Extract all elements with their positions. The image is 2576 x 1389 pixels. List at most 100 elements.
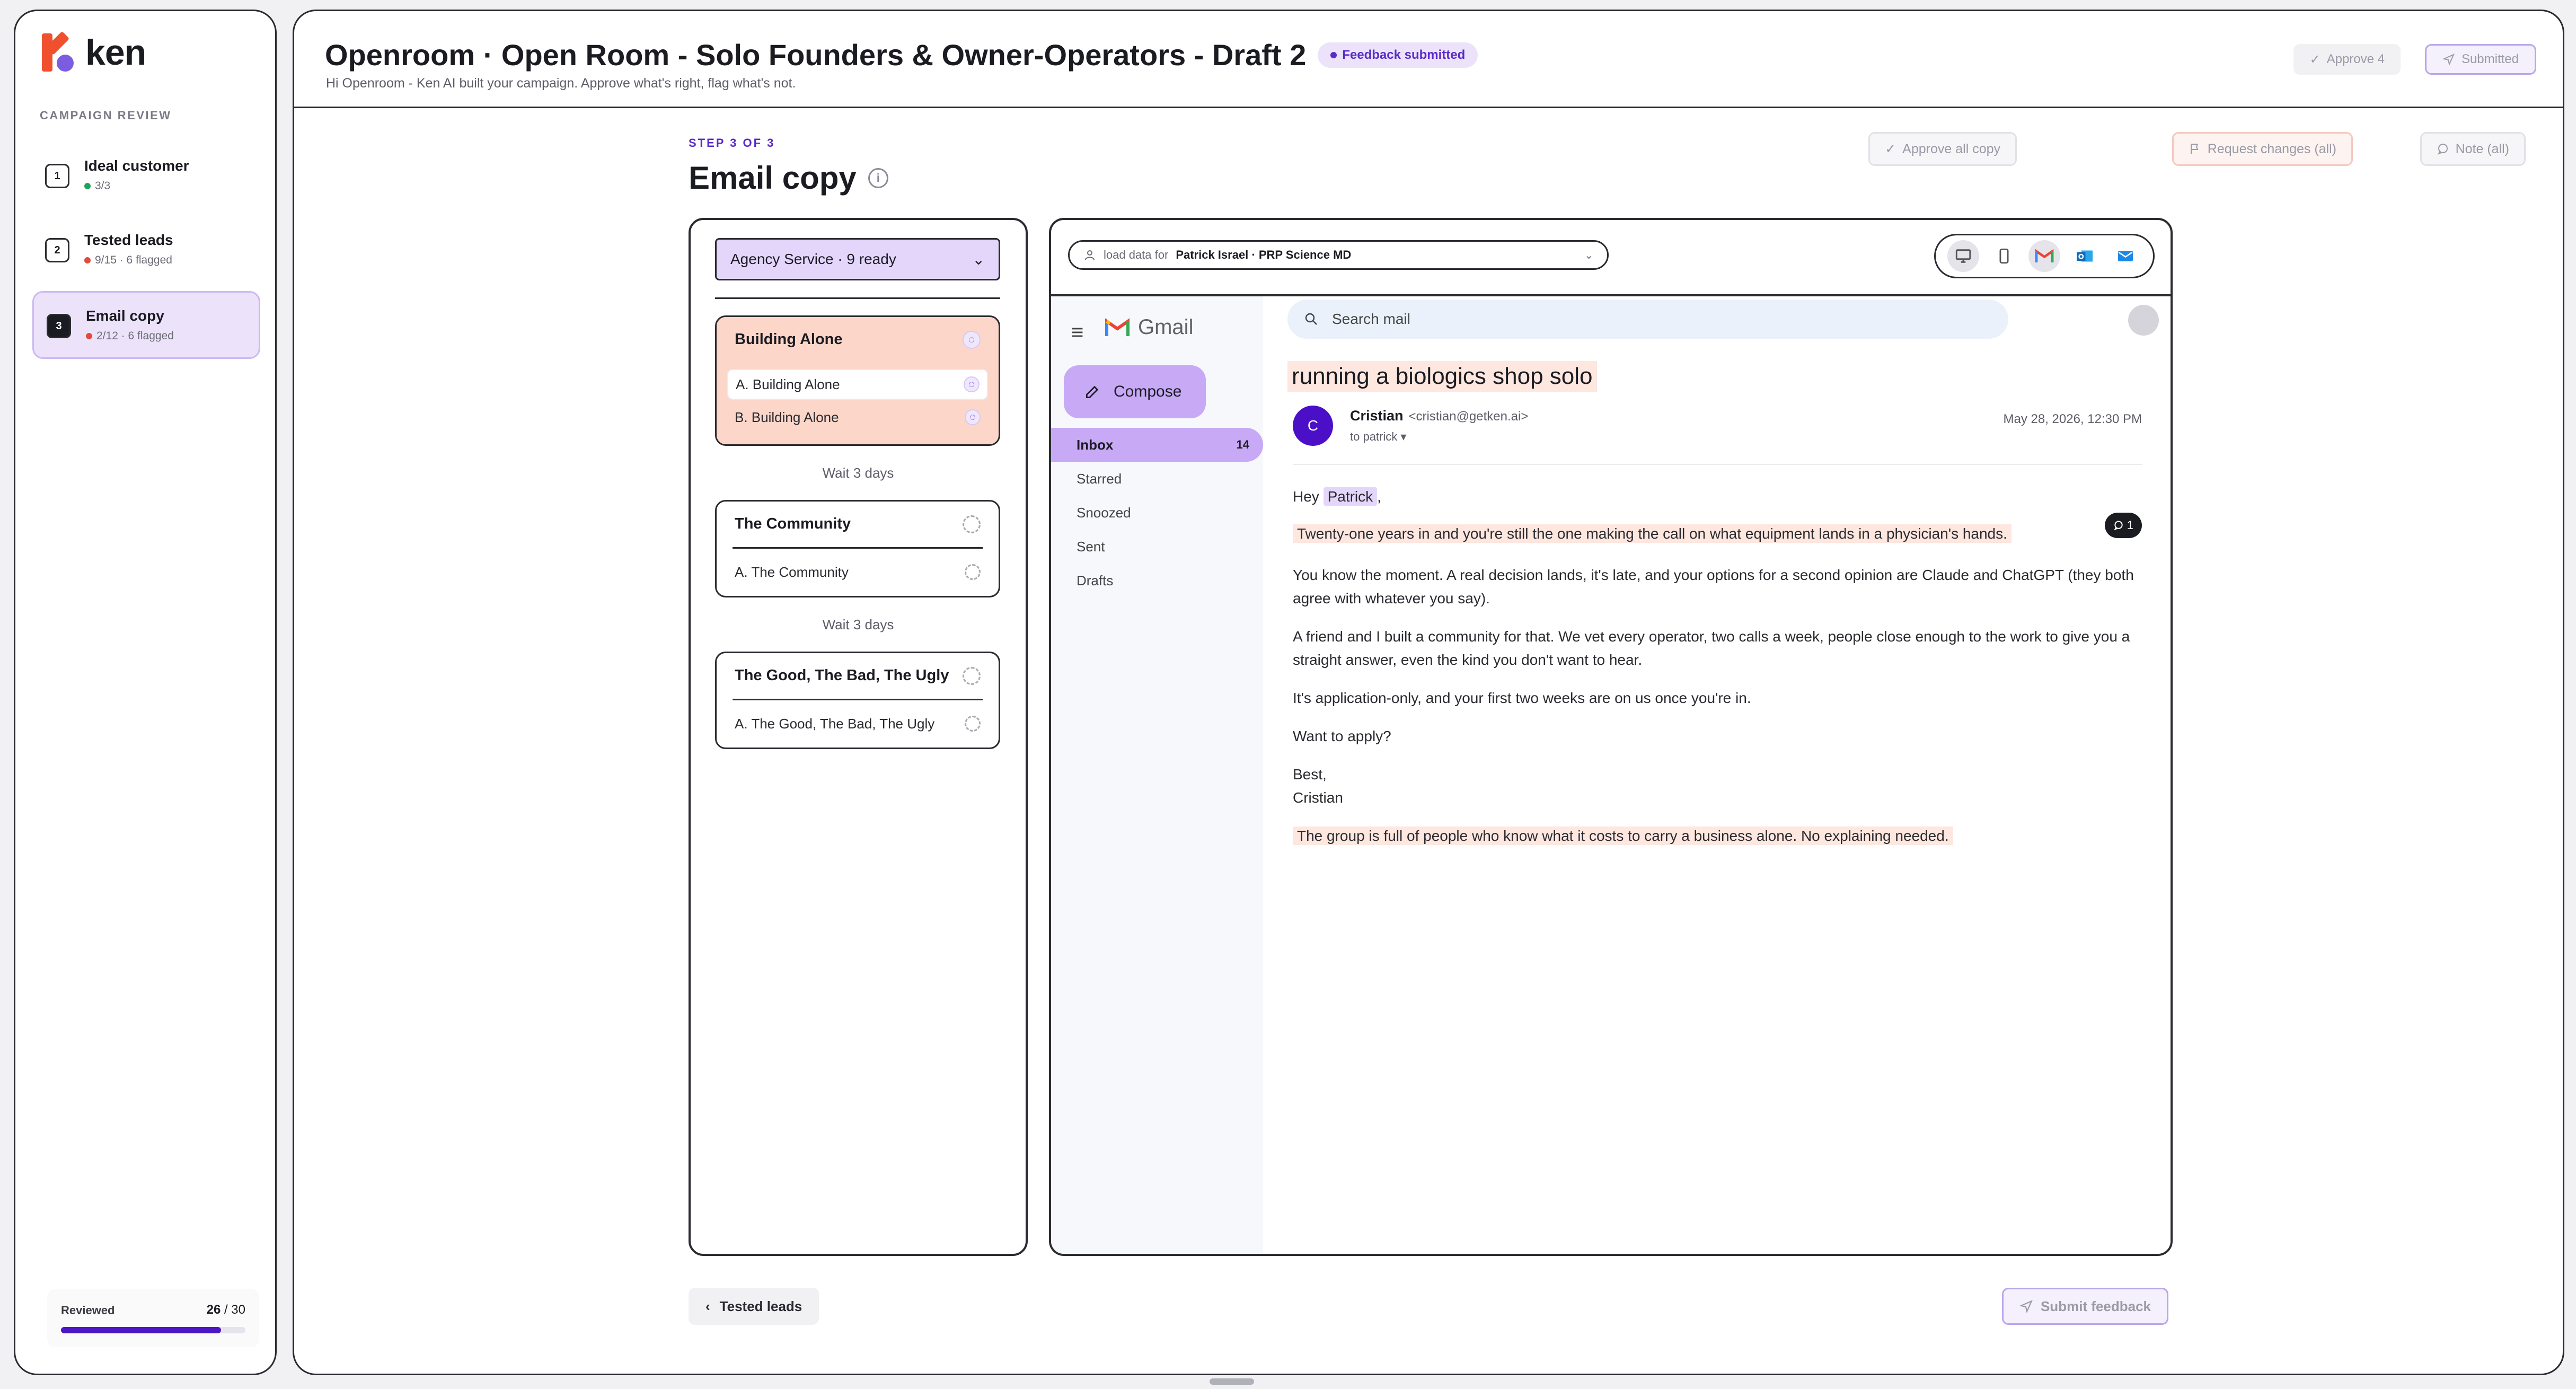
brand-name: ken (85, 32, 146, 73)
pencil-icon (1086, 385, 1099, 398)
chevron-down-icon: ⌄ (972, 251, 985, 268)
sidebar: ken CAMPAIGN REVIEW 1 Ideal customer 3/3… (14, 10, 277, 1375)
sidebar-step-email-copy[interactable]: 3 Email copy 2/12 · 6 flagged (32, 291, 260, 359)
info-icon[interactable]: i (868, 168, 888, 188)
send-icon (2442, 54, 2455, 66)
mobile-icon[interactable] (1988, 240, 2020, 272)
sequence-card-good-bad-ugly[interactable]: The Good, The Bad, The Ugly A. The Good,… (715, 652, 1000, 749)
submitted-button[interactable]: Submitted (2424, 44, 2536, 75)
step-title: Email copy (86, 307, 164, 324)
ken-logo-icon (39, 30, 77, 75)
outlook-icon[interactable] (2069, 240, 2101, 272)
email-subject[interactable]: running a biologics shop solo (1287, 361, 1597, 392)
reviewed-count: 26 / 30 (206, 1303, 245, 1317)
compose-button[interactable]: Compose (1064, 365, 1206, 418)
progress-fill (61, 1327, 221, 1333)
send-icon (2019, 1300, 2033, 1313)
gmail-nav-snoozed[interactable]: Snoozed (1051, 496, 1263, 530)
email-greeting: Hey Patrick, (1293, 487, 1381, 506)
brand-logo[interactable]: ken (39, 30, 146, 75)
note-all-button[interactable]: Note (all) (2420, 132, 2526, 166)
pending-status-icon (963, 515, 981, 533)
gmail-nav-inbox[interactable]: Inbox 14 (1051, 428, 1263, 462)
wait-label: Wait 3 days (822, 617, 894, 632)
comment-icon[interactable]: ◌ (963, 331, 981, 349)
gmail-nav-starred[interactable]: Starred (1051, 462, 1263, 496)
email-paragraph-1[interactable]: Twenty-one years in and you're still the… (1293, 522, 2086, 546)
submit-feedback-button[interactable]: Submit feedback (2002, 1288, 2168, 1325)
comment-icon (2437, 144, 2448, 155)
gmail-nav-drafts[interactable]: Drafts (1051, 564, 1263, 597)
campaign-review-label: CAMPAIGN REVIEW (40, 109, 172, 122)
status-badge: Feedback submitted (1318, 42, 1478, 68)
device-switcher (1934, 234, 2155, 278)
variant-a[interactable]: A. The Good, The Bad, The Ugly (727, 708, 988, 739)
main-panel: Openroom · Open Room - Solo Founders & O… (293, 10, 2564, 1375)
variant-a[interactable]: A. The Community (727, 557, 988, 587)
email-ps[interactable]: The group is full of people who know wha… (1293, 824, 2142, 848)
header-divider (294, 107, 2563, 108)
status-dot-icon (84, 257, 91, 263)
gmail-search-input[interactable]: Search mail (1287, 300, 2008, 339)
gmail-icon[interactable] (2028, 240, 2060, 272)
comment-icon: ◌ (965, 409, 981, 425)
email-body: running a biologics shop solo C Cristian… (1263, 342, 2171, 1254)
step-caption: STEP 3 OF 3 (689, 136, 775, 150)
divider (733, 699, 983, 700)
menu-icon[interactable]: ≡ (1071, 321, 1083, 345)
avatar[interactable] (2128, 305, 2159, 336)
email-date: May 28, 2026, 12:30 PM (2003, 412, 2142, 426)
comment-count-button[interactable]: 1 (2104, 513, 2142, 538)
sidebar-step-ideal-customer[interactable]: 1 Ideal customer 3/3 (32, 143, 260, 210)
email-paragraph-5[interactable]: Want to apply? (1293, 725, 2142, 748)
request-changes-all-button[interactable]: Request changes (all) (2172, 132, 2353, 166)
step-title: Ideal customer (84, 157, 189, 174)
wait-label: Wait 3 days (822, 465, 894, 481)
pending-status-icon (965, 716, 981, 732)
page-title: Email copy i (689, 160, 888, 196)
sender-line: Cristian <cristian@getken.ai> (1350, 408, 1529, 424)
pending-status-icon (965, 564, 981, 580)
email-paragraph-4[interactable]: It's application-only, and your first tw… (1293, 687, 2142, 710)
chevron-left-icon: ‹ (705, 1298, 710, 1314)
variant-b[interactable]: B. Building Alone ◌ (727, 402, 988, 433)
sequence-dropdown[interactable]: Agency Service · 9 ready ⌄ (715, 238, 1000, 280)
card-title: The Community (735, 515, 851, 532)
sender-avatar: C (1293, 406, 1333, 446)
reviewed-label: Reviewed (61, 1304, 115, 1317)
variant-a[interactable]: A. Building Alone ◌ (727, 369, 988, 400)
step-number: 2 (45, 238, 69, 262)
step-number: 1 (45, 164, 69, 188)
resize-handle[interactable] (1210, 1378, 1254, 1385)
load-data-selector[interactable]: load data for Patrick Israel · PRP Scien… (1068, 240, 1609, 270)
sequence-card-the-community[interactable]: The Community A. The Community (715, 500, 1000, 597)
user-icon (1085, 250, 1095, 260)
email-paragraph-2[interactable]: You know the moment. A real decision lan… (1293, 564, 2142, 610)
email-preview-panel: load data for Patrick Israel · PRP Scien… (1049, 218, 2173, 1256)
recipient-line: to patrick ▾ (1350, 430, 1407, 443)
email-signoff: Best, Cristian (1293, 766, 1343, 806)
step-meta: 3/3 (84, 180, 110, 192)
desktop-icon[interactable] (1947, 240, 1980, 272)
sequence-panel: Agency Service · 9 ready ⌄ Building Alon… (689, 218, 1028, 1256)
sequence-card-building-alone[interactable]: Building Alone ◌ A. Building Alone ◌ B. … (715, 315, 1000, 446)
comment-icon: ◌ (964, 376, 980, 392)
divider (1293, 464, 2142, 465)
progress-track (61, 1327, 245, 1333)
approve-button[interactable]: ✓ Approve 4 (2293, 44, 2401, 75)
divider (715, 297, 1000, 299)
gmail-nav-sent[interactable]: Sent (1051, 530, 1263, 564)
campaign-title: Openroom · Open Room - Solo Founders & O… (325, 38, 1478, 72)
merge-token[interactable]: Patrick (1323, 487, 1378, 506)
divider (733, 547, 983, 549)
search-icon (1305, 313, 1317, 325)
approve-all-copy-button[interactable]: ✓ Approve all copy (1868, 132, 2017, 166)
email-paragraph-3[interactable]: A friend and I built a community for tha… (1293, 625, 2142, 672)
back-tested-leads-button[interactable]: ‹ Tested leads (689, 1288, 819, 1325)
check-icon: ✓ (1885, 142, 1896, 156)
apple-mail-icon[interactable] (2110, 240, 2141, 272)
flag-icon (2190, 144, 2199, 154)
status-dot-icon (86, 333, 92, 339)
gmail-logo: Gmail (1104, 315, 1193, 339)
sidebar-step-tested-leads[interactable]: 2 Tested leads 9/15 · 6 flagged (32, 217, 260, 285)
